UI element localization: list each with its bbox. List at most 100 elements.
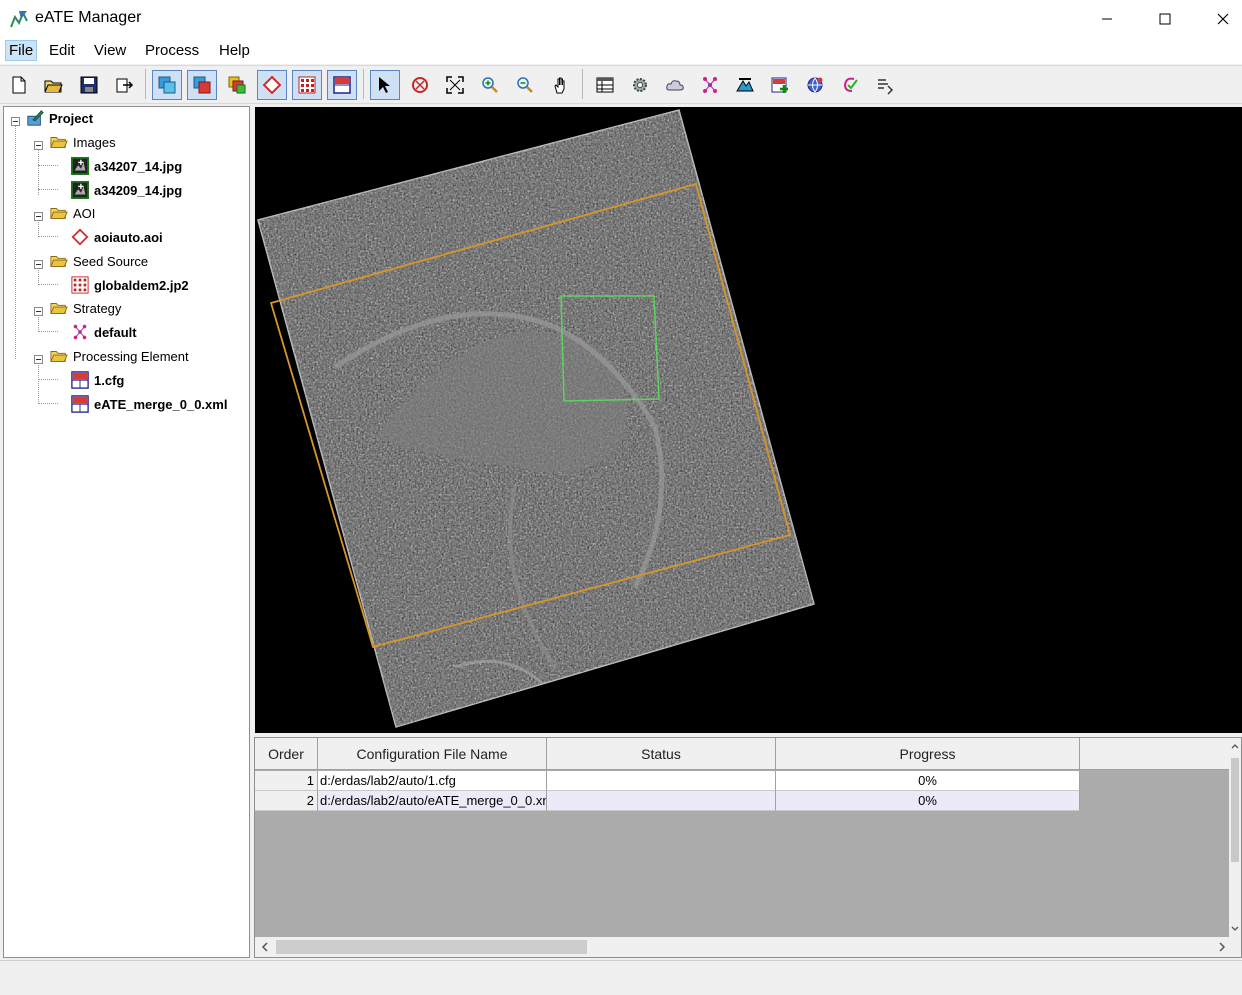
scroll-right-icon[interactable] xyxy=(1215,937,1229,957)
batch-run-button[interactable] xyxy=(870,70,900,100)
menu-help[interactable]: Help xyxy=(217,42,252,59)
collapse-project-toggle[interactable] xyxy=(11,117,20,126)
pan-button[interactable] xyxy=(546,70,576,100)
tree-group-label: Processing Element xyxy=(73,348,189,364)
select-button[interactable] xyxy=(370,70,400,100)
seed-grid-icon xyxy=(298,76,316,94)
collapse-aoi-toggle[interactable] xyxy=(34,212,43,221)
tree-item-config[interactable]: eATE_merge_0_0.xml xyxy=(71,393,227,415)
add-element-button[interactable] xyxy=(765,70,795,100)
column-header-file-name[interactable]: Configuration File Name xyxy=(318,738,547,770)
configuration-table: Order Configuration File Name Status Pro… xyxy=(254,737,1242,958)
tree-group-aoi[interactable]: AOI xyxy=(50,202,95,224)
column-header-order[interactable]: Order xyxy=(255,738,318,770)
table-cell-progress[interactable]: 0% xyxy=(776,771,1080,791)
tree-group-processing-element[interactable]: Processing Element xyxy=(50,345,189,367)
refresh-check-button[interactable] xyxy=(835,70,865,100)
tree-item-config[interactable]: 1.cfg xyxy=(71,369,124,391)
scroll-left-icon[interactable] xyxy=(258,937,272,957)
table-cell-order[interactable]: 2 xyxy=(255,791,318,811)
column-header-progress[interactable]: Progress xyxy=(776,738,1080,770)
save-button[interactable] xyxy=(74,70,104,100)
image-viewer[interactable] xyxy=(255,107,1242,733)
rotate-button[interactable] xyxy=(405,70,435,100)
tree-group-images[interactable]: Images xyxy=(50,131,116,153)
table-cell-status[interactable] xyxy=(547,771,776,791)
toolbar xyxy=(0,65,1242,104)
app-icon xyxy=(10,10,28,28)
aoi-layer-icon xyxy=(262,75,282,95)
menu-process[interactable]: Process xyxy=(143,42,201,59)
terrain-button[interactable] xyxy=(730,70,760,100)
tree-item-aoi[interactable]: aoiauto.aoi xyxy=(71,226,163,248)
column-header-blank xyxy=(1080,738,1230,770)
folder-open-icon xyxy=(50,351,68,362)
window-title: eATE Manager xyxy=(35,9,142,26)
close-button[interactable] xyxy=(1194,0,1242,38)
table-cell-progress[interactable]: 0% xyxy=(776,791,1080,811)
strategy-button[interactable] xyxy=(695,70,725,100)
settings-button[interactable] xyxy=(625,70,655,100)
config-file-icon xyxy=(71,371,89,389)
tree-item-label: default xyxy=(94,324,137,340)
overlap-layer-button[interactable] xyxy=(187,70,217,100)
folder-open-icon xyxy=(50,256,68,267)
table-cell-status[interactable] xyxy=(547,791,776,811)
horizontal-scroll-thumb[interactable] xyxy=(276,940,587,954)
globe-icon xyxy=(807,77,823,93)
menu-view[interactable]: View xyxy=(92,42,128,59)
minimize-button[interactable] xyxy=(1078,0,1136,38)
tree-item-seed[interactable]: globaldem2.jp2 xyxy=(71,274,189,296)
aoi-layer-button[interactable] xyxy=(257,70,287,100)
new-file-button[interactable] xyxy=(4,70,34,100)
collapse-strategy-toggle[interactable] xyxy=(34,307,43,316)
tree-root-label: Project xyxy=(49,110,94,126)
batch-run-icon xyxy=(878,79,894,95)
table-cell-file[interactable]: d:/erdas/lab2/auto/eATE_merge_0_0.xml xyxy=(318,791,547,811)
color-layer-button[interactable] xyxy=(222,70,252,100)
tree-item-image[interactable]: a34209_14.jpg xyxy=(71,179,182,201)
menu-edit[interactable]: Edit xyxy=(47,42,77,59)
scroll-down-icon[interactable] xyxy=(1229,923,1241,935)
collapse-images-toggle[interactable] xyxy=(34,141,43,150)
open-button[interactable] xyxy=(38,70,68,100)
project-icon xyxy=(27,110,44,126)
horizontal-scrollbar[interactable] xyxy=(255,937,1241,957)
aoi-file-icon xyxy=(71,228,89,246)
vertical-scroll-thumb[interactable] xyxy=(1231,758,1239,862)
tree-item-image[interactable]: a34207_14.jpg xyxy=(71,155,182,177)
collapse-processing-element-toggle[interactable] xyxy=(34,355,43,364)
tree-group-strategy[interactable]: Strategy xyxy=(50,297,121,319)
terrain-icon xyxy=(736,78,754,92)
scroll-up-icon[interactable] xyxy=(1229,740,1241,752)
cloud-button[interactable] xyxy=(660,70,690,100)
fit-extent-button[interactable] xyxy=(440,70,470,100)
seed-grid-button[interactable] xyxy=(292,70,322,100)
zoom-in-button[interactable] xyxy=(475,70,505,100)
menu-bar: File Edit View Process Help xyxy=(0,38,1242,64)
images-layer-button[interactable] xyxy=(152,70,182,100)
strategy-icon xyxy=(703,77,717,93)
menu-file[interactable]: File xyxy=(5,40,38,61)
table-cell-order[interactable]: 1 xyxy=(255,771,318,791)
table-cell-file[interactable]: d:/erdas/lab2/auto/1.cfg xyxy=(318,771,547,791)
collapse-seed-source-toggle[interactable] xyxy=(34,260,43,269)
processing-element-button[interactable] xyxy=(327,70,357,100)
settings-gear-icon xyxy=(633,78,647,92)
zoom-out-button[interactable] xyxy=(510,70,540,100)
table-icon xyxy=(596,77,614,93)
tree-group-seed-source[interactable]: Seed Source xyxy=(50,250,148,272)
vertical-scrollbar[interactable] xyxy=(1229,738,1241,937)
imagery-canvas[interactable] xyxy=(255,107,1242,733)
title-bar: eATE Manager xyxy=(0,0,1242,38)
maximize-button[interactable] xyxy=(1136,0,1194,38)
globe-button[interactable] xyxy=(800,70,830,100)
close-icon xyxy=(1217,13,1229,25)
dem-grid-icon xyxy=(71,276,89,294)
tree-root-project[interactable]: Project xyxy=(26,107,93,129)
table-button[interactable] xyxy=(590,70,620,100)
column-header-status[interactable]: Status xyxy=(547,738,776,770)
tree-item-strategy[interactable]: default xyxy=(71,321,137,343)
tree-group-label: Seed Source xyxy=(73,253,149,269)
export-button[interactable] xyxy=(109,70,139,100)
